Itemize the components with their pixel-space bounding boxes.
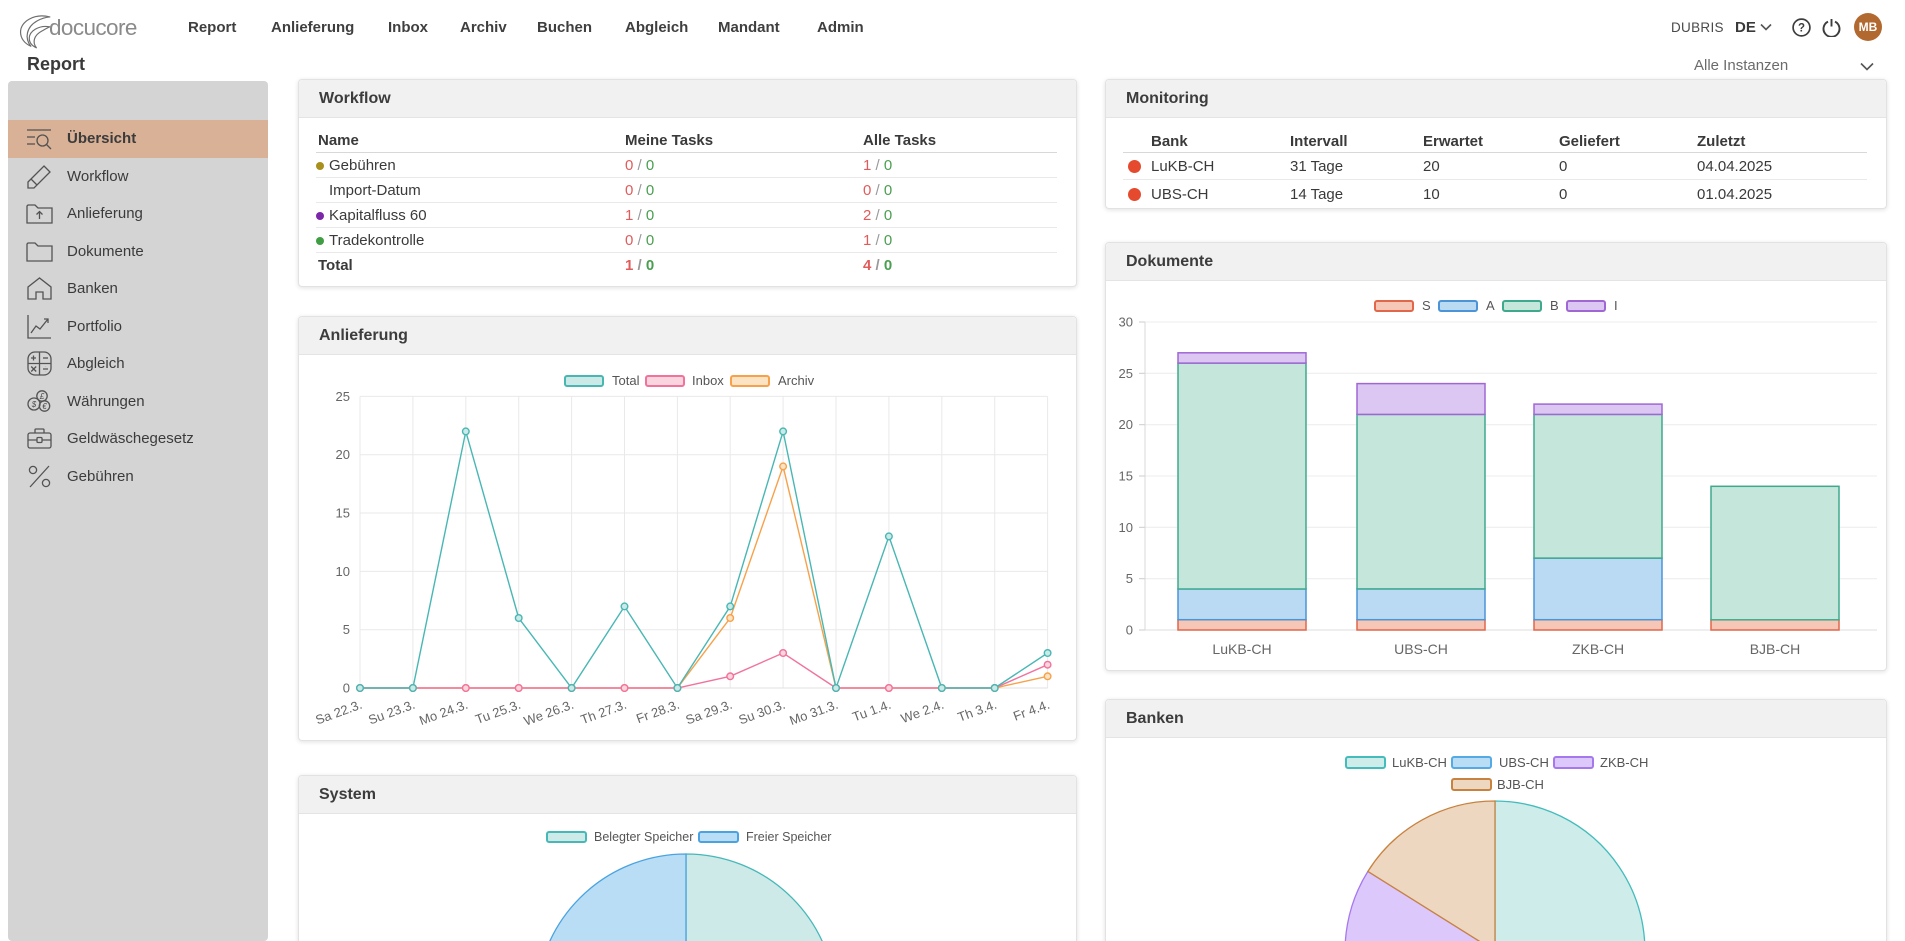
svg-text:Su 30.3.: Su 30.3. bbox=[736, 697, 787, 728]
svg-text:ZKB-CH: ZKB-CH bbox=[1572, 641, 1624, 657]
svg-text:We 26.3.: We 26.3. bbox=[522, 697, 576, 729]
svg-text:30: 30 bbox=[1119, 315, 1133, 330]
svg-text:Tu 25.3.: Tu 25.3. bbox=[473, 697, 523, 727]
svg-text:UBS-CH: UBS-CH bbox=[1394, 641, 1448, 657]
svg-text:5: 5 bbox=[343, 622, 350, 637]
svg-text:0: 0 bbox=[343, 681, 350, 696]
svg-text:Th 3.4.: Th 3.4. bbox=[956, 697, 999, 725]
svg-text:Mo 31.3.: Mo 31.3. bbox=[787, 697, 840, 728]
svg-text:$: $ bbox=[31, 400, 37, 409]
svg-text:Su 23.3.: Su 23.3. bbox=[366, 697, 417, 728]
svg-text:0: 0 bbox=[1126, 623, 1133, 638]
svg-text:Sa 22.3.: Sa 22.3. bbox=[313, 697, 364, 728]
svg-text:20: 20 bbox=[1119, 417, 1133, 432]
svg-text:10: 10 bbox=[336, 564, 350, 579]
svg-text:10: 10 bbox=[1119, 520, 1133, 535]
svg-text:5: 5 bbox=[1126, 571, 1133, 586]
svg-text:Tu 1.4.: Tu 1.4. bbox=[850, 697, 893, 725]
svg-text:Fr 28.3.: Fr 28.3. bbox=[634, 697, 681, 726]
svg-text:LuKB-CH: LuKB-CH bbox=[1212, 641, 1271, 657]
svg-text:25: 25 bbox=[336, 389, 350, 404]
svg-text:We 2.4.: We 2.4. bbox=[899, 697, 946, 726]
svg-text:15: 15 bbox=[336, 506, 350, 521]
svg-text:25: 25 bbox=[1119, 366, 1133, 381]
svg-text:Fr 4.4.: Fr 4.4. bbox=[1011, 697, 1051, 724]
svg-text:€: € bbox=[42, 402, 47, 411]
svg-text:?: ? bbox=[1798, 23, 1805, 35]
svg-text:Th 27.3.: Th 27.3. bbox=[579, 697, 629, 727]
svg-text:BJB-CH: BJB-CH bbox=[1750, 641, 1801, 657]
svg-text:Mo 24.3.: Mo 24.3. bbox=[417, 697, 470, 728]
svg-text:£: £ bbox=[39, 392, 45, 401]
svg-text:Sa 29.3.: Sa 29.3. bbox=[684, 697, 735, 728]
svg-text:20: 20 bbox=[336, 447, 350, 462]
svg-text:15: 15 bbox=[1119, 469, 1133, 484]
